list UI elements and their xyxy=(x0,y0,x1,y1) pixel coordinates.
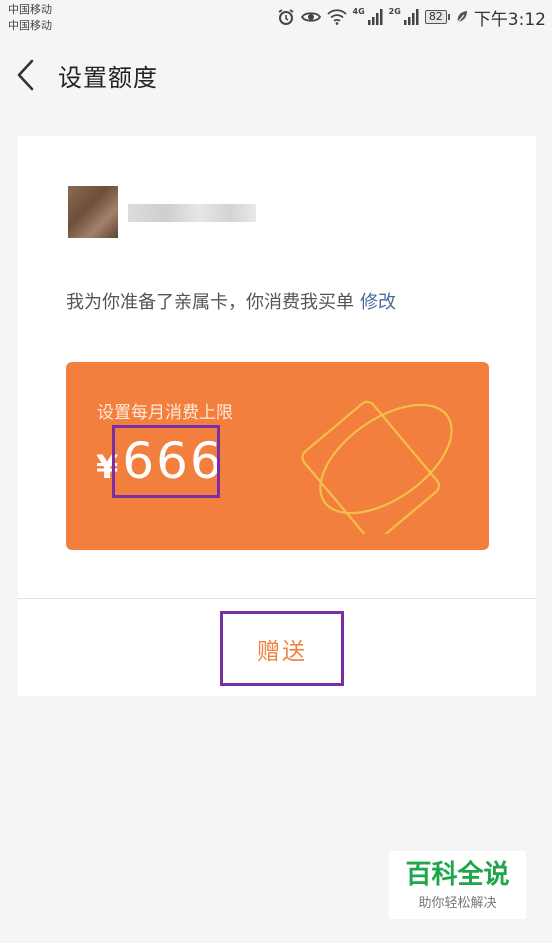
network-type-2: 2G xyxy=(388,6,401,16)
alarm-icon xyxy=(278,9,294,25)
card-message: 我为你准备了亲属卡，你消费我买单 修改 xyxy=(66,288,396,314)
leaf-icon xyxy=(457,11,467,23)
blurred-username xyxy=(128,204,256,222)
status-bar: 中国移动 中国移动 4G 2G 82 下午3:12 xyxy=(0,0,552,38)
gift-button[interactable]: 赠送 xyxy=(220,611,344,686)
message-text: 我为你准备了亲属卡，你消费我买单 xyxy=(66,292,354,313)
clock: 下午3:12 xyxy=(473,9,546,30)
carrier-label-2: 中国移动 xyxy=(8,19,52,32)
wifi-icon xyxy=(326,9,347,25)
card-orbit-icon xyxy=(301,400,453,534)
battery-tip xyxy=(447,14,450,20)
signal-icon xyxy=(367,9,383,25)
status-icons: 4G 2G 82 下午3:12 xyxy=(277,6,546,30)
watermark-logo: 百科全说 助你轻松解决 xyxy=(389,851,526,919)
watermark-subtitle: 助你轻松解决 xyxy=(418,896,497,911)
battery-icon: 82 xyxy=(424,10,450,24)
edit-message-link[interactable]: 修改 xyxy=(360,292,396,313)
family-card-panel: 我为你准备了亲属卡，你消费我买单 修改 设置每月消费上限 ¥ 666 赠送 xyxy=(18,136,536,696)
battery-level: 82 xyxy=(424,10,447,24)
watermark-title: 百科全说 xyxy=(405,860,510,890)
amount-highlight-box xyxy=(112,425,220,498)
network-type-1: 4G xyxy=(352,6,365,16)
gift-button-label: 赠送 xyxy=(257,638,307,665)
divider xyxy=(18,598,536,599)
back-arrow-icon[interactable] xyxy=(14,58,40,92)
carrier-info: 中国移动 中国移动 xyxy=(8,2,52,34)
quota-label: 设置每月消费上限 xyxy=(97,403,233,423)
eye-icon xyxy=(300,12,321,22)
page-title: 设置额度 xyxy=(58,64,158,92)
header-bar: 设置额度 xyxy=(0,38,552,114)
carrier-label-1: 中国移动 xyxy=(8,3,52,16)
avatar xyxy=(68,186,118,238)
signal-icon-2 xyxy=(403,9,419,25)
